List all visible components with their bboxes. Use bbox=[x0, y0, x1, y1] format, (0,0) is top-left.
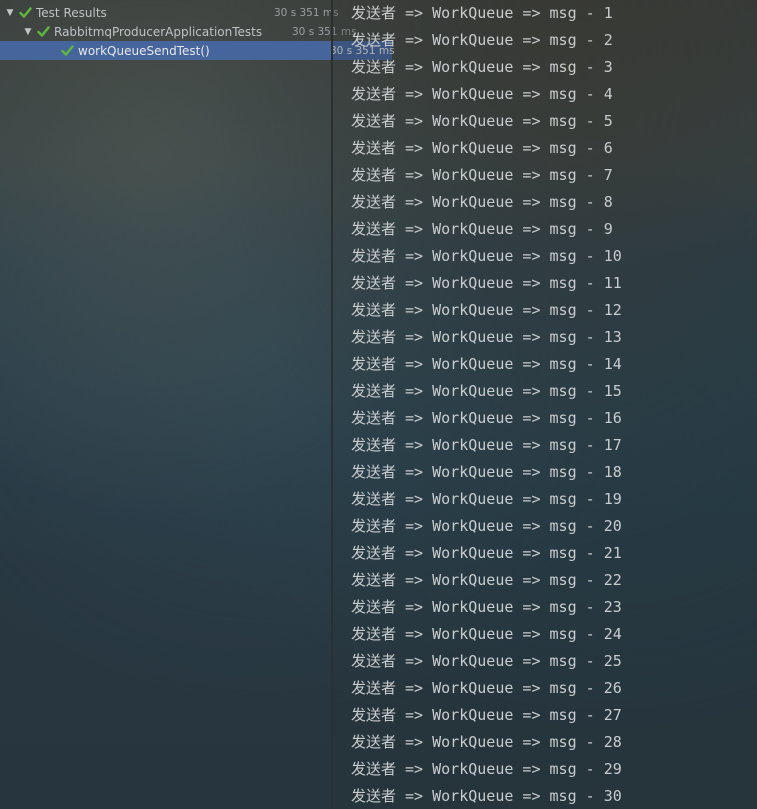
tree-item-test-results[interactable]: ▼ Test Results 30 s 351 ms bbox=[0, 3, 339, 22]
console-line: 发送者 => WorkQueue => msg - 10 bbox=[351, 247, 622, 265]
console-line: 发送者 => WorkQueue => msg - 25 bbox=[351, 652, 622, 670]
console-lines: 发送者 => WorkQueue => msg - 1 发送者 => WorkQu… bbox=[351, 0, 622, 809]
tree-item-label: RabbitmqProducerApplicationTests bbox=[54, 24, 263, 39]
expand-arrow-icon[interactable]: ▼ bbox=[23, 27, 33, 37]
console-line: 发送者 => WorkQueue => msg - 14 bbox=[351, 355, 622, 373]
expand-arrow-icon[interactable]: ▼ bbox=[5, 8, 15, 18]
console-line: 发送者 => WorkQueue => msg - 9 bbox=[351, 220, 613, 238]
console-line: 发送者 => WorkQueue => msg - 5 bbox=[351, 112, 613, 130]
console-line: 发送者 => WorkQueue => msg - 18 bbox=[351, 463, 622, 481]
console-line: 发送者 => WorkQueue => msg - 21 bbox=[351, 544, 622, 562]
console-line: 发送者 => WorkQueue => msg - 22 bbox=[351, 571, 622, 589]
console-line: 发送者 => WorkQueue => msg - 11 bbox=[351, 274, 622, 292]
console-line: 发送者 => WorkQueue => msg - 27 bbox=[351, 706, 622, 724]
console-line: 发送者 => WorkQueue => msg - 3 bbox=[351, 58, 613, 76]
check-icon bbox=[19, 7, 32, 18]
console-output[interactable]: 发送者 => WorkQueue => msg - 1 发送者 => WorkQu… bbox=[333, 0, 757, 809]
tree-item-label: workQueueSendTest() bbox=[78, 43, 210, 58]
console-line: 发送者 => WorkQueue => msg - 28 bbox=[351, 733, 622, 751]
tree-item-label: Test Results bbox=[36, 5, 107, 20]
console-line: 发送者 => WorkQueue => msg - 23 bbox=[351, 598, 622, 616]
test-results-tree[interactable]: ▼ Test Results 30 s 351 ms ▼ RabbitmqPro… bbox=[0, 0, 395, 809]
console-line: 发送者 => WorkQueue => msg - 16 bbox=[351, 409, 622, 427]
console-line: 发送者 => WorkQueue => msg - 26 bbox=[351, 679, 622, 697]
console-line: 发送者 => WorkQueue => msg - 24 bbox=[351, 625, 622, 643]
tree-item-rabbitmq-producer-application-tests[interactable]: ▼ RabbitmqProducerApplicationTests 30 s … bbox=[0, 22, 357, 41]
console-line: 发送者 => WorkQueue => msg - 29 bbox=[351, 760, 622, 778]
console-line: 发送者 => WorkQueue => msg - 7 bbox=[351, 166, 613, 184]
console-line: 发送者 => WorkQueue => msg - 20 bbox=[351, 517, 622, 535]
console-line: 发送者 => WorkQueue => msg - 8 bbox=[351, 193, 613, 211]
console-line: 发送者 => WorkQueue => msg - 17 bbox=[351, 436, 622, 454]
check-icon bbox=[37, 26, 50, 37]
console-line: 发送者 => WorkQueue => msg - 15 bbox=[351, 382, 622, 400]
console-line: 发送者 => WorkQueue => msg - 30 bbox=[351, 787, 622, 805]
check-icon bbox=[61, 45, 74, 56]
console-line: 发送者 => WorkQueue => msg - 12 bbox=[351, 301, 622, 319]
console-line: 发送者 => WorkQueue => msg - 6 bbox=[351, 139, 613, 157]
console-line: 发送者 => WorkQueue => msg - 19 bbox=[351, 490, 622, 508]
console-line: 发送者 => WorkQueue => msg - 1 bbox=[351, 4, 613, 22]
tree-item-duration: 30 s 351 ms bbox=[274, 6, 339, 19]
console-line: 发送者 => WorkQueue => msg - 4 bbox=[351, 85, 613, 103]
console-line: 发送者 => WorkQueue => msg - 2 bbox=[351, 31, 613, 49]
console-line: 发送者 => WorkQueue => msg - 13 bbox=[351, 328, 622, 346]
